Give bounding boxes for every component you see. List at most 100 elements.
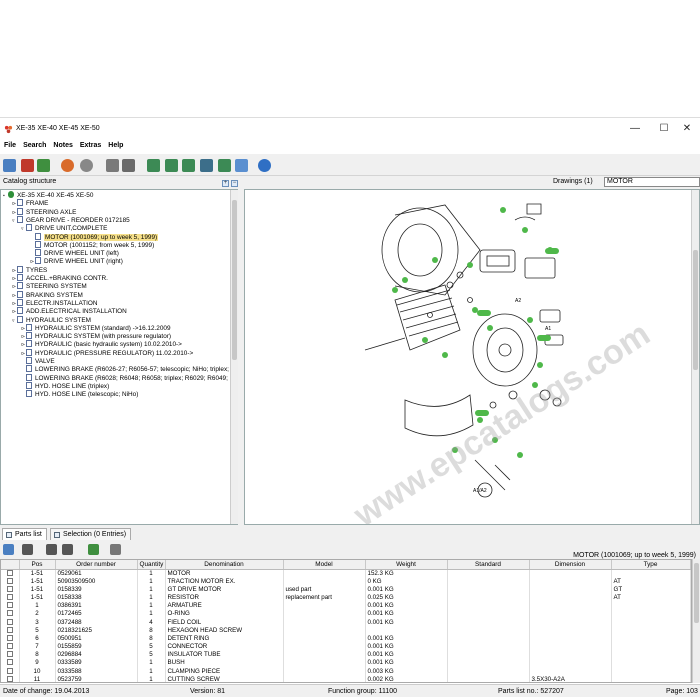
- tools-icon[interactable]: [106, 159, 119, 172]
- column-header[interactable]: Type: [611, 560, 691, 570]
- tree-item[interactable]: HYD. HOSE LINE (triplex): [21, 381, 109, 390]
- row-checkbox[interactable]: [6, 651, 13, 658]
- tree-item[interactable]: ⊳ STEERING SYSTEM: [12, 282, 87, 290]
- parts-print-icon[interactable]: [110, 544, 121, 555]
- parts-filter-icon[interactable]: [22, 544, 33, 555]
- view-list-icon[interactable]: [165, 159, 178, 172]
- settings-icon[interactable]: [80, 159, 93, 172]
- row-checkbox[interactable]: [6, 675, 13, 682]
- column-header[interactable]: Standard: [447, 560, 530, 570]
- table-row[interactable]: 9 0333589 1 BUSH 0.001 KG: [1, 659, 691, 668]
- column-header[interactable]: Quantity: [137, 560, 166, 570]
- tab-parts-list[interactable]: Parts list: [2, 528, 47, 540]
- tree-item[interactable]: HYD. HOSE LINE (telescopic; NiHo): [21, 390, 138, 398]
- row-checkbox[interactable]: [6, 618, 13, 625]
- column-header[interactable]: [1, 560, 20, 570]
- maximize-button[interactable]: ☐: [653, 121, 675, 137]
- drawing-viewer[interactable]: A1 A2 A1/A2 www.epcatalogs.com: [244, 189, 700, 535]
- tree-item[interactable]: ⊳ ELECTR.INSTALLATION: [12, 298, 98, 307]
- menu-notes[interactable]: Notes: [49, 140, 75, 149]
- tree-item[interactable]: ⊳ BRAKING SYSTEM: [12, 290, 83, 299]
- table-row[interactable]: 1-51 0158338 1 RESISTOR replacement part 0.02…: [1, 593, 691, 603]
- table-row[interactable]: 6 0500951 8 DETENT RING 0.001 KG: [1, 634, 691, 643]
- table-row[interactable]: 8 0296884 5 INSULATOR TUBE 0.001 KG: [1, 651, 691, 660]
- table-row[interactable]: 2 0172465 1 O-RING 0.001 KG: [1, 610, 691, 619]
- table-row[interactable]: 11 0523759 1 CUTTING SCREW 0.002 KG 3.5X30-A2…: [1, 675, 691, 682]
- print-icon[interactable]: [122, 159, 135, 172]
- tree-item[interactable]: VALVE: [21, 357, 55, 365]
- table-row[interactable]: 7 0155859 5 CONNECTOR 0.001 KG: [1, 643, 691, 652]
- row-checkbox[interactable]: [6, 667, 13, 674]
- collapse-icon[interactable]: −: [231, 180, 238, 187]
- minimize-button[interactable]: —: [624, 121, 646, 137]
- table-row[interactable]: 1 0386391 1 ARMATURE 0.001 KG: [1, 602, 691, 611]
- tree-item[interactable]: MOTOR (1001069; up to week 5, 1999): [30, 232, 159, 241]
- row-checkbox[interactable]: [6, 585, 13, 592]
- tree-item[interactable]: LOWERING BRAKE (R6026-27; R6056-57; tele…: [21, 365, 237, 373]
- tree-item[interactable]: ⊳ HYDRAULIC SYSTEM (standard) ->16.12.200…: [21, 323, 171, 332]
- tree-item[interactable]: ⊳ HYDRAULIC (basic hydraulic system) 10.0…: [21, 340, 182, 348]
- export-icon[interactable]: [37, 159, 50, 172]
- row-checkbox[interactable]: [6, 593, 13, 600]
- help-icon[interactable]: [258, 159, 271, 172]
- expand-icon[interactable]: +: [222, 180, 229, 187]
- parts-scrollbar[interactable]: [692, 559, 700, 683]
- row-checkbox[interactable]: [6, 643, 13, 650]
- navigate-icon[interactable]: [61, 159, 74, 172]
- row-checkbox[interactable]: [6, 610, 13, 617]
- tree-item[interactable]: ▿ DRIVE UNIT,COMPLETE: [21, 224, 107, 232]
- parts-sort-icon[interactable]: [46, 544, 57, 555]
- column-header[interactable]: Weight: [365, 560, 448, 570]
- tree-item[interactable]: ⊳ FRAME: [12, 199, 48, 207]
- tree-item[interactable]: ▿ HYDRAULIC SYSTEM: [12, 315, 91, 324]
- tree-item[interactable]: ▿ GEAR DRIVE - REORDER 0172185: [12, 215, 130, 224]
- tree-item[interactable]: ⊳ TYRES: [12, 265, 47, 274]
- tree-item[interactable]: ▪ XE-35 XE-40 XE-45 XE-50: [3, 191, 93, 199]
- column-header[interactable]: Model: [283, 560, 366, 570]
- table-row[interactable]: 5 0218321625 8 HEXAGON HEAD SCREW: [1, 626, 691, 635]
- table-row[interactable]: 1-51 50903509500 1 TRACTION MOTOR EX. 0 KG AT: [1, 577, 691, 586]
- tree-item[interactable]: MOTOR (1001152; from week 5, 1999): [30, 240, 154, 249]
- zoom-icon[interactable]: [200, 159, 213, 172]
- column-header[interactable]: Dimension: [529, 560, 612, 570]
- tree-item[interactable]: LOWERING BRAKE (R6028; R6048; R6058; tri…: [21, 373, 237, 382]
- table-row[interactable]: 1-51 0158339 1 GT DRIVE MOTOR used part 0.001…: [1, 585, 691, 594]
- tree-item[interactable]: ⊳ DRIVE WHEEL UNIT (right): [30, 257, 123, 265]
- row-checkbox[interactable]: [6, 602, 13, 609]
- menu-file[interactable]: File: [0, 140, 19, 149]
- table-row[interactable]: 1-51 0529061 1 MOTOR 152.3 KG: [1, 569, 691, 578]
- row-checkbox[interactable]: [6, 569, 13, 576]
- close-button[interactable]: ✕: [676, 121, 698, 137]
- tree-item[interactable]: ⊳ ACCEL.+BRAKING CONTR.: [12, 274, 108, 282]
- fit-icon[interactable]: [218, 159, 231, 172]
- bookmark-icon[interactable]: [21, 159, 34, 172]
- drawing-select[interactable]: MOTOR: [604, 177, 700, 187]
- row-checkbox[interactable]: [6, 659, 13, 666]
- column-header[interactable]: Pos: [19, 560, 56, 570]
- tree-item[interactable]: ⊳ HYDRAULIC (PRESSURE REGULATOR) 11.02.20…: [21, 348, 193, 357]
- tree-item[interactable]: ⊳ ADD.ELECTRICAL INSTALLATION: [12, 307, 127, 315]
- menu-search[interactable]: Search: [19, 140, 49, 149]
- parts-column-icon[interactable]: [62, 544, 73, 555]
- tab-selection[interactable]: Selection (0 Entries): [50, 528, 132, 540]
- table-row[interactable]: 10 0333588 1 CLAMPING PIECE 0.003 KG: [1, 667, 691, 676]
- row-checkbox[interactable]: [6, 634, 13, 641]
- column-header[interactable]: Order number: [55, 560, 138, 570]
- home-icon[interactable]: [3, 159, 16, 172]
- menu-help[interactable]: Help: [104, 140, 126, 149]
- drawing-scrollbar[interactable]: [691, 190, 699, 524]
- row-checkbox[interactable]: [6, 626, 13, 633]
- column-header[interactable]: Denomination: [165, 560, 284, 570]
- tree-scrollbar[interactable]: [230, 190, 238, 524]
- view-image-icon[interactable]: [147, 159, 160, 172]
- window-icon[interactable]: [235, 159, 248, 172]
- tree-item[interactable]: DRIVE WHEEL UNIT (left): [30, 249, 119, 257]
- row-checkbox[interactable]: [6, 577, 13, 584]
- view-split-icon[interactable]: [182, 159, 195, 172]
- parts-cart-icon[interactable]: [88, 544, 99, 555]
- tree-item[interactable]: ⊳ STEERING AXLE: [12, 207, 76, 216]
- table-row[interactable]: 3 0372488 4 FIELD COIL 0.001 KG: [1, 618, 691, 627]
- menu-extras[interactable]: Extras: [76, 140, 104, 149]
- tree-item[interactable]: ⊳ HYDRAULIC SYSTEM (with pressure regulat…: [21, 332, 171, 340]
- parts-view-icon[interactable]: [3, 544, 14, 555]
